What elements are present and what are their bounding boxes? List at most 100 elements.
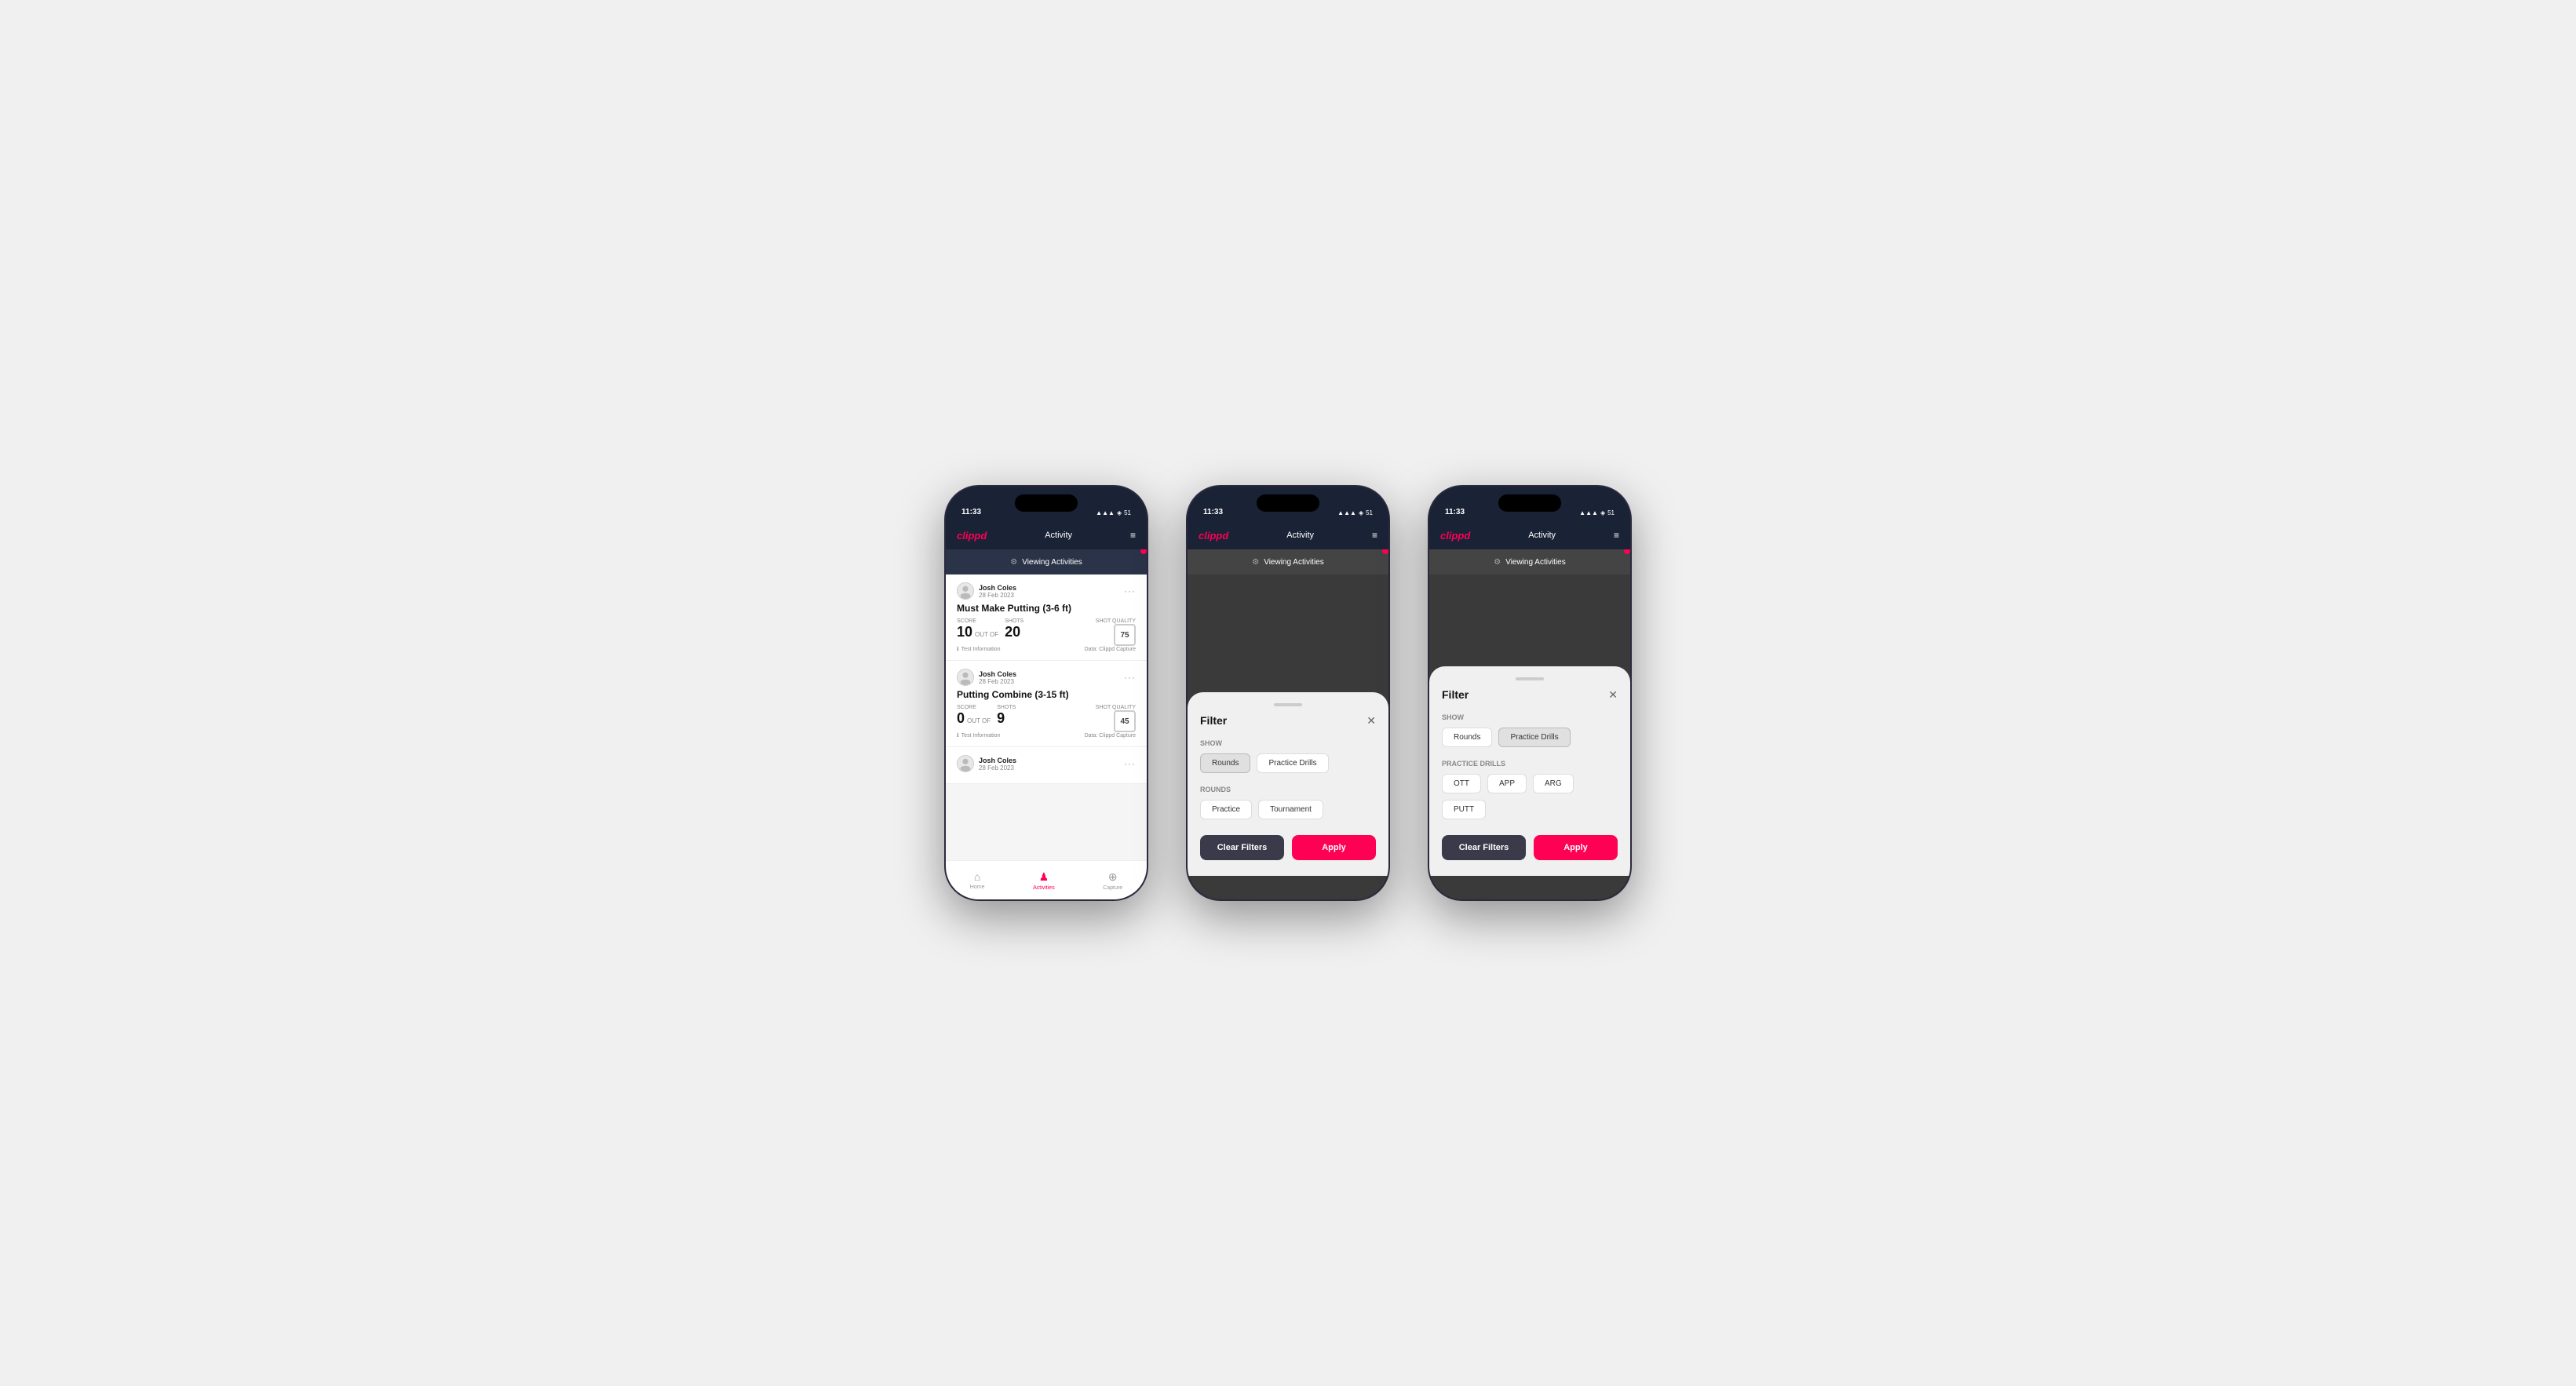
app-header-3: clippd Activity ≡ xyxy=(1429,521,1630,549)
practice-drills-btn-2[interactable]: Practice Drills xyxy=(1257,753,1328,773)
status-icons-2: ▲▲▲ ◈ 51 xyxy=(1337,509,1373,516)
dynamic-island-3 xyxy=(1498,494,1561,512)
signal-icon: ▲▲▲ xyxy=(1096,509,1115,516)
shots-label-2: Shots xyxy=(997,705,1016,710)
user-name-1: Josh Coles xyxy=(979,584,1016,592)
card-header-2: Josh Coles 28 Feb 2023 ··· xyxy=(957,669,1136,686)
activity-title-1: Must Make Putting (3-6 ft) xyxy=(957,603,1136,614)
clear-filters-btn-3[interactable]: Clear Filters xyxy=(1442,835,1526,860)
tournament-btn-2[interactable]: Tournament xyxy=(1258,800,1323,819)
user-name-3: Josh Coles xyxy=(979,757,1016,764)
rounds-btn-3[interactable]: Rounds xyxy=(1442,728,1492,747)
banner-text-1: Viewing Activities xyxy=(1022,558,1082,567)
close-btn-3[interactable]: ✕ xyxy=(1608,689,1618,700)
footer-2: Clear Filters Apply xyxy=(1200,835,1376,860)
wifi-icon: ◈ xyxy=(1117,509,1122,516)
activity-title-2: Putting Combine (3-15 ft) xyxy=(957,689,1136,700)
dynamic-island-2 xyxy=(1257,494,1319,512)
card-header-3: Josh Coles 28 Feb 2023 ··· xyxy=(957,755,1136,772)
nav-capture-1[interactable]: ⊕ Capture xyxy=(1103,870,1122,891)
user-details-2: Josh Coles 28 Feb 2023 xyxy=(979,670,1016,685)
app-header-2: clippd Activity ≡ xyxy=(1188,521,1388,549)
card-header-1: Josh Coles 28 Feb 2023 ··· xyxy=(957,582,1136,600)
status-icons-3: ▲▲▲ ◈ 51 xyxy=(1579,509,1615,516)
menu-icon-1[interactable]: ≡ xyxy=(1130,530,1136,541)
capture-label: Capture xyxy=(1103,885,1122,891)
clear-filters-btn-2[interactable]: Clear Filters xyxy=(1200,835,1284,860)
score-label-2: Score xyxy=(957,705,991,710)
footer-3: Clear Filters Apply xyxy=(1442,835,1618,860)
app-btn-3[interactable]: APP xyxy=(1487,774,1527,793)
score-value-1: 10 xyxy=(957,624,972,640)
wifi-icon-3: ◈ xyxy=(1600,509,1605,516)
home-label: Home xyxy=(970,884,985,890)
filter-icon-1: ⚙ xyxy=(1010,558,1017,567)
data-source-1: Data: Clippd Capture xyxy=(1085,647,1136,652)
nav-home-1[interactable]: ⌂ Home xyxy=(970,870,985,890)
score-label-1: Score xyxy=(957,618,998,624)
user-info-3: Josh Coles 28 Feb 2023 xyxy=(957,755,1016,772)
battery-icon: 51 xyxy=(1124,509,1131,516)
activity-card-3: Josh Coles 28 Feb 2023 ··· xyxy=(946,747,1147,784)
signal-icon-3: ▲▲▲ xyxy=(1579,509,1598,516)
dynamic-island xyxy=(1015,494,1078,512)
show-label-2: Show xyxy=(1200,739,1376,747)
bottom-nav-1: ⌂ Home ♟ Activities ⊕ Capture xyxy=(946,860,1147,899)
sheet-handle-2 xyxy=(1274,703,1302,706)
home-icon: ⌂ xyxy=(974,870,980,883)
avatar-2 xyxy=(957,669,974,686)
ott-btn-3[interactable]: OTT xyxy=(1442,774,1481,793)
more-dots-2[interactable]: ··· xyxy=(1124,672,1136,683)
practice-round-btn-2[interactable]: Practice xyxy=(1200,800,1252,819)
rounds-label-2: Rounds xyxy=(1200,786,1376,793)
sheet-handle-3 xyxy=(1516,677,1544,680)
activity-list-1: Josh Coles 28 Feb 2023 ··· Must Make Put… xyxy=(946,574,1147,784)
arg-btn-3[interactable]: ARG xyxy=(1533,774,1574,793)
viewing-banner-1[interactable]: ⚙ Viewing Activities xyxy=(946,549,1147,574)
phones-container: 11:33 ▲▲▲ ◈ 51 clippd Activity ≡ ⚙ Viewi… xyxy=(944,485,1632,901)
more-dots-3[interactable]: ··· xyxy=(1124,758,1136,769)
status-time-1: 11:33 xyxy=(961,508,981,516)
menu-icon-3[interactable]: ≡ xyxy=(1614,530,1619,541)
battery-icon-2: 51 xyxy=(1366,509,1373,516)
banner-text-3: Viewing Activities xyxy=(1505,558,1566,567)
notification-dot-3 xyxy=(1624,549,1630,554)
nav-activities-1[interactable]: ♟ Activities xyxy=(1033,870,1055,891)
rounds-btn-2[interactable]: Rounds xyxy=(1200,753,1250,773)
capture-icon: ⊕ xyxy=(1108,870,1118,884)
user-date-1: 28 Feb 2023 xyxy=(979,592,1016,599)
header-title-1: Activity xyxy=(1045,531,1072,540)
sq-label-1: Shot Quality xyxy=(1096,618,1136,624)
phone-1: 11:33 ▲▲▲ ◈ 51 clippd Activity ≡ ⚙ Viewi… xyxy=(944,485,1148,901)
viewing-banner-3[interactable]: ⚙ Viewing Activities xyxy=(1429,549,1630,574)
menu-icon-2[interactable]: ≡ xyxy=(1372,530,1377,541)
logo-3: clippd xyxy=(1440,530,1470,542)
user-name-2: Josh Coles xyxy=(979,670,1016,678)
practice-drills-btn-3[interactable]: Practice Drills xyxy=(1498,728,1570,747)
apply-btn-2[interactable]: Apply xyxy=(1292,835,1376,860)
logo-1: clippd xyxy=(957,530,987,542)
putt-btn-3[interactable]: PUTT xyxy=(1442,800,1486,819)
phone-3: 11:33 ▲▲▲ ◈ 51 clippd Activity ≡ ⚙ Viewi… xyxy=(1428,485,1632,901)
shots-label-1: Shots xyxy=(1005,618,1023,624)
user-date-2: 28 Feb 2023 xyxy=(979,678,1016,685)
viewing-banner-2[interactable]: ⚙ Viewing Activities xyxy=(1188,549,1388,574)
banner-text-2: Viewing Activities xyxy=(1264,558,1324,567)
apply-btn-3[interactable]: Apply xyxy=(1534,835,1618,860)
app-header-1: clippd Activity ≡ xyxy=(946,521,1147,549)
phone-2: 11:33 ▲▲▲ ◈ 51 clippd Activity ≡ ⚙ Viewi… xyxy=(1186,485,1390,901)
shots-value-2: 9 xyxy=(997,710,1005,726)
shots-value-1: 20 xyxy=(1005,624,1020,640)
battery-icon-3: 51 xyxy=(1607,509,1615,516)
notification-dot-1 xyxy=(1140,549,1147,554)
data-source-2: Data: Clippd Capture xyxy=(1085,733,1136,739)
practice-buttons-3: OTT APP ARG PUTT xyxy=(1442,774,1618,819)
sq-badge-2: 45 xyxy=(1114,710,1136,732)
activity-card-2: Josh Coles 28 Feb 2023 ··· Putting Combi… xyxy=(946,661,1147,747)
status-time-3: 11:33 xyxy=(1445,508,1465,516)
test-info-2: ℹ Test Information xyxy=(957,732,1000,739)
wifi-icon-2: ◈ xyxy=(1359,509,1363,516)
more-dots-1[interactable]: ··· xyxy=(1124,585,1136,596)
close-btn-2[interactable]: ✕ xyxy=(1366,715,1376,726)
filter-title-2: Filter xyxy=(1200,714,1227,727)
